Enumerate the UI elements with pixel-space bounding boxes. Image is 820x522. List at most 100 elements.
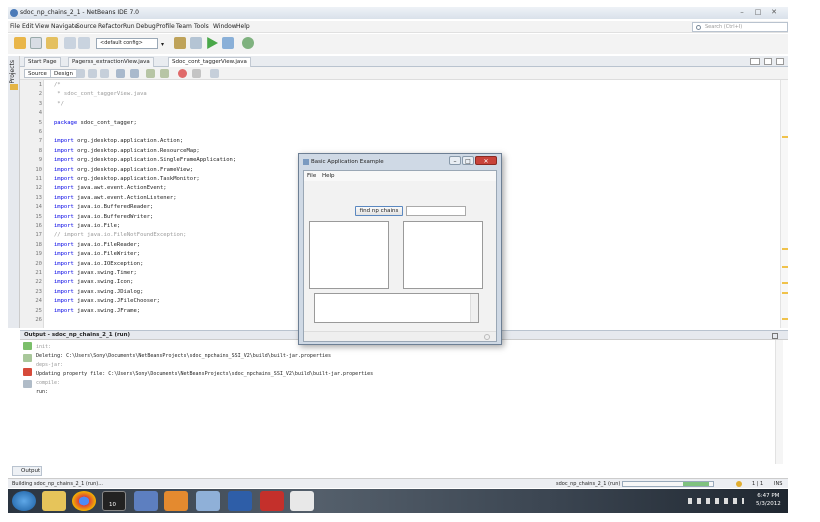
text-area-scrollbar[interactable] — [470, 294, 478, 322]
folder-icon[interactable] — [10, 84, 18, 90]
output-line: run: — [36, 389, 49, 395]
dialog-menu-file[interactable]: File — [307, 173, 316, 179]
dialog-menu-help[interactable]: Help — [322, 173, 335, 179]
config-select[interactable]: <default config> — [96, 38, 158, 49]
rerun-with-args-icon[interactable] — [23, 354, 32, 362]
warning-mark[interactable] — [782, 266, 788, 268]
menu-navigate[interactable]: Navigate — [51, 23, 78, 30]
clock[interactable]: 6:47 PM 5/3/2012 — [756, 492, 781, 508]
menu-help[interactable]: Help — [236, 23, 250, 30]
media-player-icon[interactable] — [164, 491, 188, 511]
settings-icon[interactable] — [23, 380, 32, 388]
projects-tab[interactable]: Projects — [9, 60, 16, 84]
start-button-icon[interactable] — [12, 491, 36, 511]
pdf-reader-icon[interactable] — [260, 491, 284, 511]
debug-icon[interactable] — [222, 37, 234, 49]
dialog-minimize-button[interactable]: – — [449, 156, 461, 165]
tab-pagerss-extraction[interactable]: Pagerss_extractionView.java — [68, 57, 154, 67]
projects-side-strip: Projects — [8, 56, 20, 328]
netbeans-taskbar-icon[interactable] — [196, 491, 220, 511]
code-keyword: import — [54, 279, 74, 286]
record-macro-icon[interactable] — [178, 69, 187, 78]
history-icon[interactable] — [76, 69, 85, 78]
chrome-icon[interactable] — [72, 491, 96, 511]
maximize-window-icon[interactable] — [776, 58, 784, 65]
new-project-icon[interactable] — [14, 37, 26, 49]
run-icon[interactable] — [207, 37, 218, 49]
code-line: package sdoc_cont_tagger; — [54, 120, 137, 126]
menu-refactor[interactable]: Refactor — [98, 23, 123, 30]
running-task-label[interactable]: sdoc_np_chains_2_1 (run) — [556, 481, 620, 487]
menu-profile[interactable]: Profile — [156, 23, 175, 30]
back-icon[interactable] — [88, 69, 97, 78]
dialog-close-button[interactable]: ✕ — [475, 156, 497, 165]
java-app-icon[interactable] — [290, 491, 314, 511]
output-menu-icon[interactable] — [772, 333, 778, 339]
tab-sdoc-cont-tagger[interactable]: Sdoc_cont_taggerView.java — [168, 57, 251, 67]
minimize-button[interactable]: – — [736, 8, 748, 17]
code-text: java.awt.event.ActionEvent; — [73, 185, 167, 192]
find-np-chains-button[interactable]: find np chains — [355, 206, 403, 216]
output-scrollbar[interactable] — [775, 340, 783, 464]
profile-icon[interactable] — [242, 37, 254, 49]
find-input[interactable] — [406, 206, 466, 216]
notifications-icon[interactable] — [736, 481, 742, 487]
menu-file[interactable]: File — [10, 23, 20, 30]
menu-source[interactable]: Source — [76, 23, 97, 30]
code-text: javax.swing.Timer; — [73, 270, 137, 276]
output-window-tab[interactable]: Output — [12, 466, 42, 476]
shift-left-icon[interactable] — [146, 69, 155, 78]
rerun-icon[interactable] — [23, 342, 32, 350]
menu-bar: File Edit View Navigate Source Refactor … — [8, 21, 788, 33]
word-icon[interactable] — [228, 491, 252, 511]
search-icon — [696, 25, 701, 30]
forward-icon[interactable] — [100, 69, 109, 78]
undo-icon[interactable] — [64, 37, 76, 49]
build-icon[interactable] — [174, 37, 186, 49]
explorer-icon[interactable] — [42, 491, 66, 511]
source-view-button[interactable]: Source — [24, 69, 51, 78]
stop-icon[interactable] — [23, 368, 32, 376]
maximize-button[interactable]: □ — [752, 8, 764, 17]
quick-search-input[interactable]: Search (Ctrl+I) — [692, 22, 788, 32]
menu-run[interactable]: Run — [123, 23, 135, 30]
menu-team[interactable]: Team — [176, 23, 192, 30]
design-view-button[interactable]: Design — [50, 69, 77, 78]
menu-window[interactable]: Window — [213, 23, 237, 30]
find-icon[interactable] — [116, 69, 125, 78]
restore-window-icon[interactable] — [764, 58, 772, 65]
warning-mark[interactable] — [782, 318, 788, 320]
toggle-bookmark-icon[interactable] — [130, 69, 139, 78]
code-line: import javax.swing.JDialog; — [54, 289, 143, 295]
system-tray-icons[interactable] — [688, 498, 744, 504]
warning-mark[interactable] — [782, 282, 788, 284]
menu-view[interactable]: View — [35, 23, 49, 30]
tab-start-page[interactable]: Start Page — [24, 57, 61, 67]
error-stripe[interactable] — [780, 80, 788, 328]
shift-right-icon[interactable] — [160, 69, 169, 78]
stop-macro-icon[interactable] — [192, 69, 201, 78]
chevron-down-icon[interactable]: ▾ — [161, 41, 164, 48]
bottom-text-area[interactable] — [314, 293, 479, 323]
warning-mark[interactable] — [782, 136, 788, 138]
warning-mark[interactable] — [782, 248, 788, 250]
virtualbox-icon[interactable] — [134, 491, 158, 511]
menu-tools[interactable]: Tools — [194, 23, 209, 30]
output-line: deps-jar: — [36, 362, 64, 368]
media-app-icon[interactable]: 10 — [102, 491, 126, 511]
redo-icon[interactable] — [78, 37, 90, 49]
right-text-panel[interactable] — [403, 221, 483, 289]
comment-icon[interactable] — [210, 69, 219, 78]
clean-build-icon[interactable] — [190, 37, 202, 49]
code-keyword: import — [54, 251, 74, 258]
new-file-icon[interactable] — [30, 37, 42, 49]
menu-edit[interactable]: Edit — [22, 23, 34, 30]
open-project-icon[interactable] — [46, 37, 58, 49]
left-text-panel[interactable] — [309, 221, 389, 289]
menu-debug[interactable]: Debug — [136, 23, 156, 30]
tab-list-icon[interactable] — [750, 58, 760, 65]
dialog-maximize-button[interactable]: □ — [462, 156, 474, 165]
caret-position: 1 | 1 — [752, 481, 764, 487]
warning-mark[interactable] — [782, 292, 788, 294]
close-button[interactable]: ✕ — [768, 8, 780, 17]
